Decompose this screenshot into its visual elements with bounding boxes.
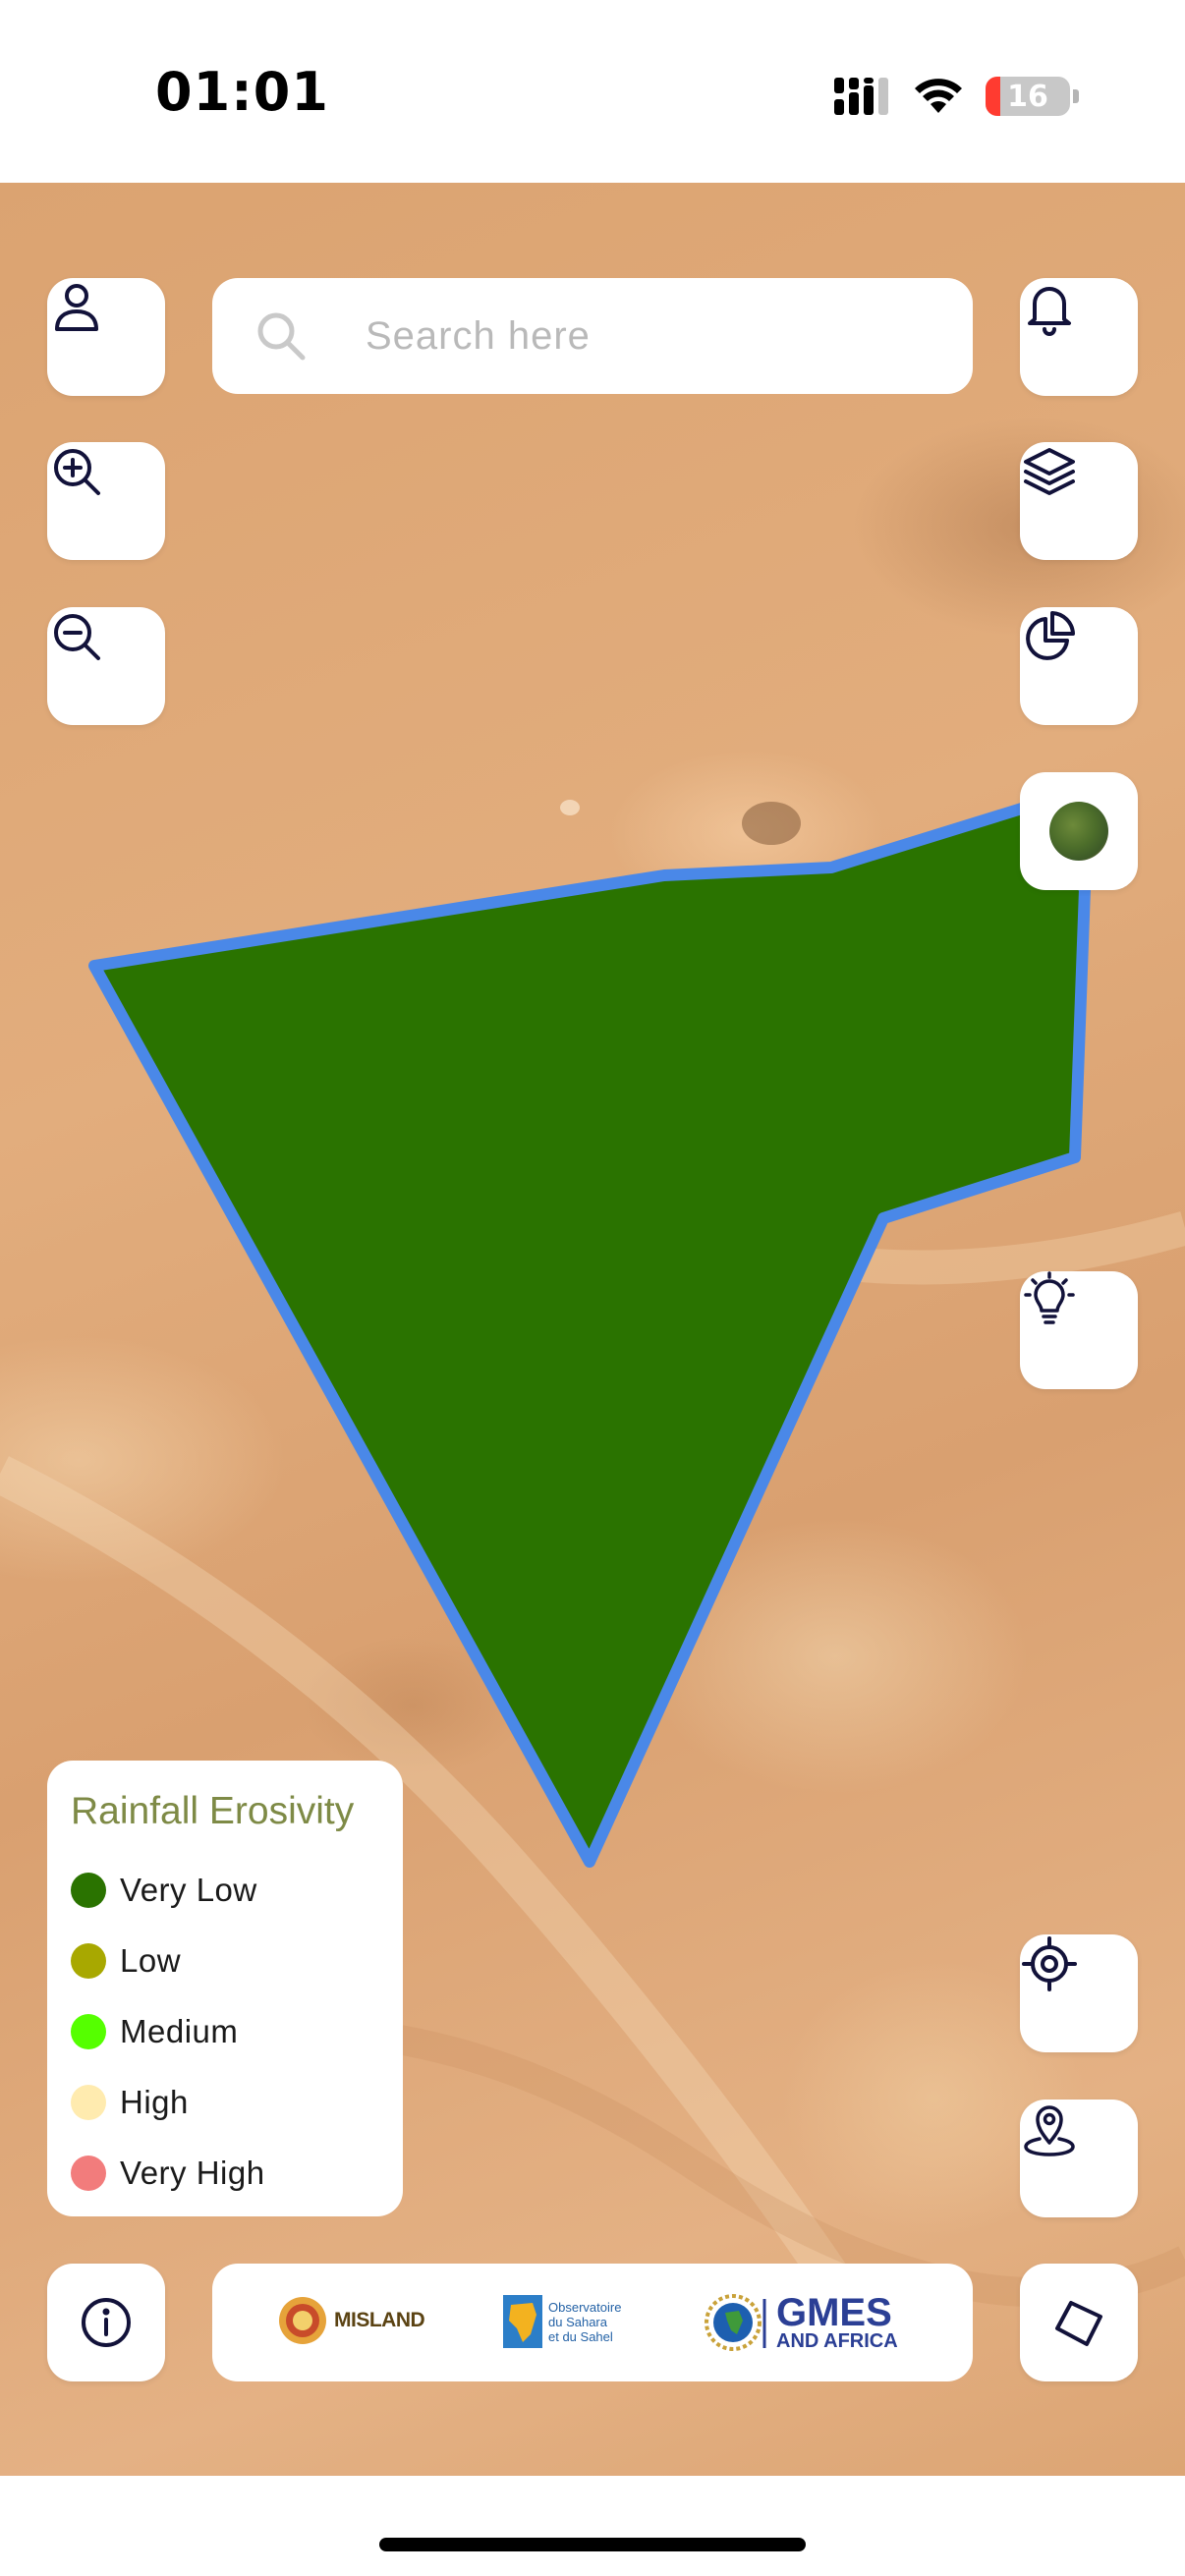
satellite-basemap-thumbnail xyxy=(1049,802,1108,861)
area-polygon[interactable] xyxy=(88,802,1091,1868)
oss-wordmark: Observatoire du Sahara et du Sahel xyxy=(548,2300,621,2344)
legend-label: Low xyxy=(120,1942,182,1979)
legend-swatch xyxy=(71,2014,106,2049)
battery-level: 16 xyxy=(1007,79,1048,114)
home-indicator[interactable] xyxy=(379,2538,806,2551)
battery-icon: 16 xyxy=(986,77,1070,116)
bell-icon xyxy=(1028,287,1071,336)
gmes-main-text: GMES xyxy=(776,2291,892,2334)
user-icon xyxy=(55,284,98,331)
legend-item-low: Low xyxy=(71,1926,403,1996)
search-bar[interactable] xyxy=(212,278,973,394)
locate-me-button[interactable] xyxy=(1020,1934,1138,2052)
gmes-africa-logo: GMES AND AFRICA xyxy=(700,2291,898,2354)
legend-item-medium: Medium xyxy=(71,1996,403,2067)
zoom-out-button[interactable] xyxy=(47,607,165,725)
legend-title: Rainfall Erosivity xyxy=(71,1790,355,1832)
misland-logo: MISLAND xyxy=(277,2295,425,2346)
zoom-in-button[interactable] xyxy=(47,442,165,560)
draw-polygon-button[interactable] xyxy=(1020,2264,1138,2381)
tips-button[interactable] xyxy=(1020,1271,1138,1389)
oss-emblem xyxy=(503,2295,542,2348)
info-button[interactable] xyxy=(47,2264,165,2381)
search-input[interactable] xyxy=(366,302,935,370)
battery-indicator: 16 xyxy=(986,77,1079,116)
wifi-icon xyxy=(915,79,962,113)
basemap-button[interactable] xyxy=(1020,772,1138,890)
lightbulb-icon xyxy=(1024,1271,1075,1324)
statistics-button[interactable] xyxy=(1020,607,1138,725)
legend-item-very-high: Very High xyxy=(71,2138,403,2209)
legend-label: Very High xyxy=(120,2155,265,2191)
misland-wordmark: MISLAND xyxy=(334,2309,425,2331)
legend-label: Medium xyxy=(120,2013,239,2049)
search-icon xyxy=(257,312,306,361)
bottom-safe-area xyxy=(0,2476,1185,2576)
misland-emblem xyxy=(279,2297,326,2344)
zoom-in-icon xyxy=(54,449,100,495)
zoom-out-icon xyxy=(54,614,100,660)
legend-panel: Rainfall Erosivity Very Low Low Medium H… xyxy=(47,1761,403,2216)
oss-logo: Observatoire du Sahara et du Sahel xyxy=(503,2295,621,2348)
cellular-signal-icon xyxy=(834,78,888,115)
partner-logos-bar: MISLAND Observatoire du Sahara et du Sah… xyxy=(212,2264,973,2381)
crosshair-icon xyxy=(1022,1936,1077,1991)
legend-label: Very Low xyxy=(120,1872,257,1908)
status-bar: 01:01 16 xyxy=(0,0,1185,183)
legend-swatch xyxy=(71,1873,106,1908)
legend-swatch xyxy=(71,1943,106,1979)
status-time: 01:01 xyxy=(155,61,329,123)
gmes-emblem xyxy=(705,2294,766,2351)
oss-line-1: Observatoire xyxy=(548,2299,622,2315)
info-icon xyxy=(82,2298,131,2347)
polygon-icon xyxy=(1055,2301,1102,2346)
layers-icon xyxy=(1024,448,1075,495)
map-pin-icon xyxy=(1024,2105,1075,2156)
gmes-sub-text: AND AFRICA xyxy=(776,2330,898,2352)
legend-swatch xyxy=(71,2085,106,2120)
oss-line-2: du Sahara xyxy=(548,2314,607,2329)
notifications-button[interactable] xyxy=(1020,278,1138,396)
layers-button[interactable] xyxy=(1020,442,1138,560)
legend-item-very-low: Very Low xyxy=(71,1855,403,1926)
legend-item-high: High xyxy=(71,2067,403,2138)
profile-button[interactable] xyxy=(47,278,165,396)
legend-swatch xyxy=(71,2156,106,2191)
oss-line-3: et du Sahel xyxy=(548,2328,613,2344)
pie-chart-icon xyxy=(1026,611,1075,660)
status-icons: 16 xyxy=(834,73,1079,120)
pin-location-button[interactable] xyxy=(1020,2100,1138,2217)
legend-label: High xyxy=(120,2084,189,2120)
gmes-wordmark: GMES AND AFRICA xyxy=(776,2291,898,2352)
